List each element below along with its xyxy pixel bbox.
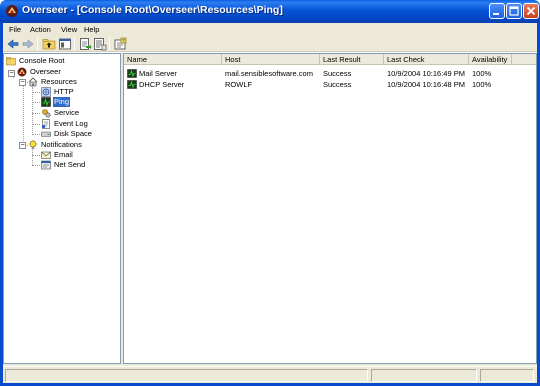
tree-label: Email (54, 150, 73, 159)
event-log-icon (42, 119, 50, 129)
title-bar[interactable]: Overseer - [Console Root\Overseer\Resour… (0, 0, 540, 23)
tree-label: Resources (41, 77, 77, 86)
ping-monitor-icon (41, 97, 51, 107)
list-icon[interactable] (93, 37, 107, 51)
column-header-host[interactable]: Host (222, 54, 320, 65)
properties-icon[interactable]: ? (113, 37, 127, 51)
tree-label: Service (54, 108, 80, 117)
status-bar (3, 366, 537, 383)
forward-icon[interactable] (21, 37, 35, 51)
folder-icon (6, 57, 16, 66)
close-button[interactable] (523, 3, 539, 19)
back-icon[interactable] (6, 37, 20, 51)
status-pane-main (5, 369, 368, 382)
tree-connector (32, 124, 40, 125)
collapse-toggle[interactable]: − (19, 79, 26, 86)
overseer-icon (17, 67, 27, 77)
cell-name: DHCP Server (139, 80, 185, 89)
tree-connector (23, 82, 24, 145)
maximize-button[interactable] (506, 3, 522, 19)
toolbar-separator (109, 38, 110, 50)
maximize-icon (509, 6, 519, 16)
collapse-toggle[interactable]: − (19, 142, 26, 149)
column-header-last-result[interactable]: Last Result (320, 54, 384, 65)
menu-view[interactable]: View (61, 25, 77, 34)
resources-icon (28, 77, 38, 87)
tree-connector (32, 150, 33, 165)
menu-action[interactable]: Action (30, 25, 51, 34)
tree-connector (32, 92, 40, 93)
tree-label: Overseer (30, 67, 61, 76)
minimize-button[interactable] (489, 3, 505, 19)
console-tree[interactable]: Console Root − Overseer − Resources HTTP… (3, 53, 121, 364)
column-header-last-check[interactable]: Last Check (384, 54, 469, 65)
tree-connector (32, 155, 40, 156)
overseer-app-icon[interactable] (5, 4, 19, 18)
http-icon (41, 87, 51, 97)
tree-label: Ping (53, 97, 71, 107)
menu-help[interactable]: Help (84, 25, 99, 34)
window-title: Overseer - [Console Root\Overseer\Resour… (22, 4, 283, 16)
tree-label: HTTP (54, 87, 74, 96)
disk-drive-icon (41, 131, 51, 137)
export-icon[interactable] (78, 37, 92, 51)
tree-label: Net Send (54, 160, 86, 169)
tree-connector (32, 102, 40, 103)
list-item[interactable]: DHCP Server ROWLF Success 10/9/2004 10:1… (124, 79, 536, 90)
list-item[interactable]: Mail Server mail.sensiblesoftware.com Su… (124, 68, 536, 79)
email-envelope-icon (41, 151, 51, 159)
tree-label: Disk Space (54, 129, 92, 138)
show-tree-icon[interactable] (58, 37, 72, 51)
tree-label: Notifications (41, 140, 82, 149)
cell-last-check: 10/9/2004 10:16:49 PM (387, 69, 465, 78)
client-area: Console Root − Overseer − Resources HTTP… (3, 53, 537, 366)
toolbar: ? (3, 36, 537, 52)
close-icon (526, 6, 536, 16)
cell-last-result: Success (323, 69, 352, 78)
ping-monitor-icon (127, 69, 137, 78)
service-icon (42, 109, 51, 118)
lightbulb-icon (28, 140, 38, 150)
menu-bar: File Action View Help (3, 23, 537, 36)
tree-label: Event Log (54, 119, 88, 128)
ping-monitor-icon (127, 80, 137, 89)
cell-availability: 100% (472, 69, 492, 78)
collapse-toggle[interactable]: − (8, 70, 15, 77)
toolbar-separator (74, 38, 75, 50)
status-pane-secondary (371, 369, 477, 382)
net-send-icon (41, 160, 51, 170)
tree-connector (32, 113, 40, 114)
up-folder-icon[interactable] (42, 37, 56, 51)
toolbar-separator (37, 38, 38, 50)
cell-host: ROWLF (225, 80, 253, 89)
cell-host: mail.sensiblesoftware.com (225, 69, 313, 78)
list-header: Name Host Last Result Last Check Availab… (124, 54, 536, 65)
cell-last-check: 10/9/2004 10:16:48 PM (387, 80, 465, 89)
status-pane-tertiary (480, 369, 534, 382)
tree-connector (32, 134, 40, 135)
cell-availability: 100% (472, 80, 492, 89)
column-header-availability[interactable]: Availability (469, 54, 512, 65)
tree-connector (32, 165, 40, 166)
cell-name: Mail Server (139, 69, 177, 78)
column-header-name[interactable]: Name (124, 54, 222, 65)
results-list[interactable]: Name Host Last Result Last Check Availab… (123, 53, 537, 364)
tree-label: Console Root (19, 56, 65, 65)
minimize-icon (493, 13, 499, 15)
menu-file[interactable]: File (9, 25, 21, 34)
cell-last-result: Success (323, 80, 352, 89)
tree-connector (32, 87, 33, 135)
